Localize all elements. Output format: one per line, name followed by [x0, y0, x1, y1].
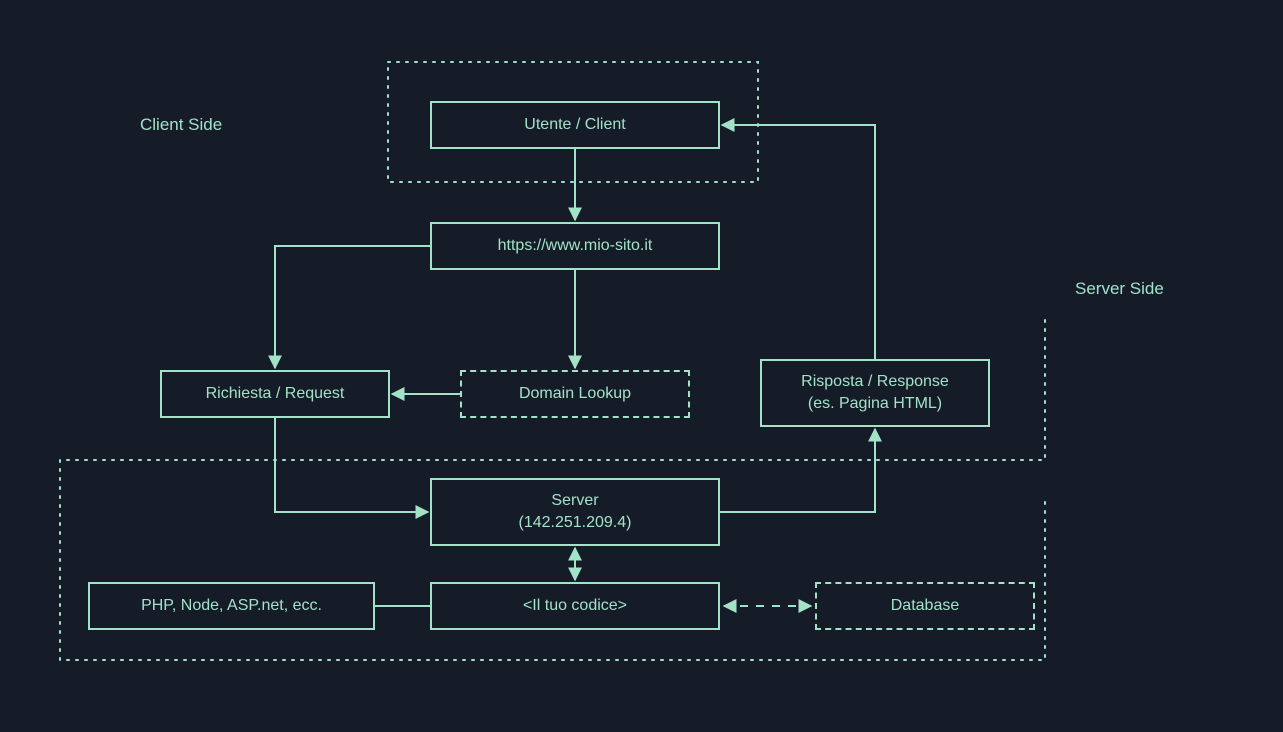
node-domain-lookup-text: Domain Lookup [519, 383, 631, 405]
edge-url-to-request [275, 246, 430, 368]
node-url: https://www.mio-sito.it [430, 222, 720, 270]
node-domain-lookup: Domain Lookup [460, 370, 690, 418]
node-response: Risposta / Response (es. Pagina HTML) [760, 359, 990, 427]
node-response-line1: Risposta / Response [801, 371, 949, 393]
server-side-label: Server Side [1075, 279, 1164, 299]
node-response-line2: (es. Pagina HTML) [801, 393, 949, 415]
edge-server-to-response [720, 429, 875, 512]
node-database: Database [815, 582, 1035, 630]
node-server: Server (142.251.209.4) [430, 478, 720, 546]
node-server-line1: Server [519, 490, 632, 512]
node-request-text: Richiesta / Request [206, 383, 345, 405]
node-code-text: <Il tuo codice> [523, 595, 627, 617]
node-url-text: https://www.mio-sito.it [498, 235, 653, 257]
node-client: Utente / Client [430, 101, 720, 149]
node-server-line2: (142.251.209.4) [519, 512, 632, 534]
client-side-label: Client Side [140, 115, 222, 135]
edge-response-to-client [722, 125, 875, 359]
edge-request-to-server [275, 418, 428, 512]
node-code: <Il tuo codice> [430, 582, 720, 630]
node-request: Richiesta / Request [160, 370, 390, 418]
node-database-text: Database [891, 595, 960, 617]
node-tech: PHP, Node, ASP.net, ecc. [88, 582, 375, 630]
node-tech-text: PHP, Node, ASP.net, ecc. [141, 595, 322, 617]
node-client-text: Utente / Client [524, 114, 625, 136]
